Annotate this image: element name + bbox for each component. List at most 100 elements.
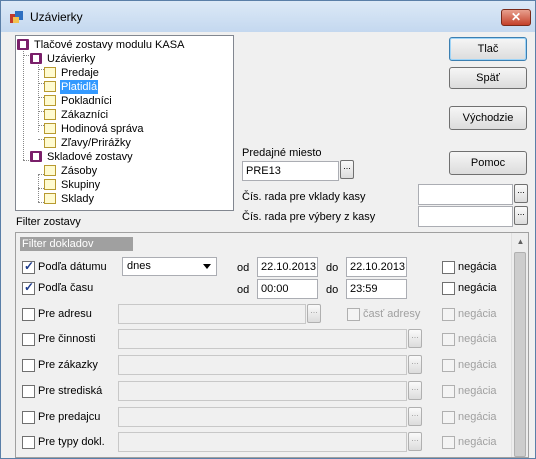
book-icon <box>17 39 29 50</box>
page-icon <box>44 67 56 78</box>
centers-negation-checkbox[interactable] <box>442 385 455 398</box>
orders-filter-label: Pre zákazky <box>38 359 98 371</box>
withdrawals-series-picker-button[interactable]: ... <box>514 206 528 225</box>
orders-picker-button[interactable]: ... <box>408 355 422 374</box>
doc-types-filter-label: Pre typy dokl. <box>38 436 105 448</box>
filter-panel: Filter dokladov Podľa dátumu dnes od 22.… <box>15 232 529 458</box>
doc-types-field[interactable] <box>118 432 407 452</box>
partial-address-checkbox[interactable] <box>347 308 360 321</box>
seller-negation-checkbox[interactable] <box>442 411 455 424</box>
address-field[interactable] <box>118 304 306 324</box>
page-icon <box>44 165 56 176</box>
uzavierky-window: Uzávierky ✕ Tlačové zostavy modulu KASA … <box>0 0 536 459</box>
deposits-series-picker-button[interactable]: ... <box>514 184 528 203</box>
orders-filter-checkbox[interactable] <box>22 359 35 372</box>
dots-icon: ... <box>411 433 419 443</box>
date-negation-checkbox[interactable] <box>442 261 455 274</box>
page-icon <box>44 95 56 106</box>
seller-filter-checkbox[interactable] <box>22 411 35 424</box>
date-period-select[interactable]: dnes <box>122 257 217 276</box>
sales-place-label: Predajné miesto <box>242 147 322 159</box>
address-negation-checkbox[interactable] <box>442 308 455 321</box>
date-negation-label: negácia <box>458 261 497 273</box>
defaults-button[interactable]: Východzie <box>449 106 527 130</box>
seller-picker-button[interactable]: ... <box>408 407 422 426</box>
doc-types-negation-checkbox[interactable] <box>442 436 455 449</box>
page-icon <box>44 81 56 92</box>
filter-header: Filter dokladov <box>20 237 133 251</box>
date-filter-checkbox[interactable] <box>22 259 35 274</box>
activities-filter-checkbox[interactable] <box>22 333 35 346</box>
dots-icon: ... <box>411 382 419 392</box>
centers-filter-checkbox[interactable] <box>22 385 35 398</box>
close-button[interactable]: ✕ <box>501 9 531 26</box>
scroll-up-icon[interactable]: ▲ <box>512 233 528 250</box>
app-icon <box>10 11 23 23</box>
close-icon: ✕ <box>510 10 522 24</box>
time-filter-label: Podľa času <box>38 282 94 294</box>
date-period-value: dnes <box>127 260 151 272</box>
filter-section-label: Filter zostavy <box>16 216 81 228</box>
filter-scrollbar[interactable]: ▲ <box>511 233 528 457</box>
address-picker-button[interactable]: ... <box>307 304 321 323</box>
dots-icon: ... <box>517 185 525 195</box>
centers-field[interactable] <box>118 381 407 401</box>
dots-icon: ... <box>343 161 351 171</box>
address-negation-label: negácia <box>458 308 497 320</box>
doc-types-negation-label: negácia <box>458 436 497 448</box>
orders-negation-checkbox[interactable] <box>442 359 455 372</box>
doc-types-filter-checkbox[interactable] <box>22 436 35 449</box>
deposits-series-field[interactable] <box>418 184 513 205</box>
activities-picker-button[interactable]: ... <box>408 329 422 348</box>
help-button[interactable]: Pomoc <box>449 151 527 175</box>
date-to-field[interactable]: 22.10.2013 <box>346 257 407 277</box>
scroll-thumb[interactable] <box>514 252 526 457</box>
report-tree[interactable]: Tlačové zostavy modulu KASA Uzávierky Pr… <box>15 35 234 211</box>
activities-negation-checkbox[interactable] <box>442 333 455 346</box>
date-from-label: od <box>237 262 250 274</box>
dots-icon: ... <box>310 305 318 315</box>
activities-field[interactable] <box>118 329 407 349</box>
centers-negation-label: negácia <box>458 385 497 397</box>
time-negation-label: negácia <box>458 282 497 294</box>
dots-icon: ... <box>517 207 525 217</box>
time-from-field[interactable]: 00:00 <box>257 279 318 299</box>
doc-types-picker-button[interactable]: ... <box>408 432 422 451</box>
book-icon <box>30 53 42 64</box>
time-negation-checkbox[interactable] <box>442 282 455 295</box>
page-icon <box>44 179 56 190</box>
withdrawals-series-label: Čís. rada pre výbery z kasy <box>242 211 376 223</box>
seller-field[interactable] <box>118 407 407 427</box>
time-to-label: do <box>326 284 339 296</box>
date-filter-label: Podľa dátumu <box>38 261 107 273</box>
orders-field[interactable] <box>118 355 407 375</box>
partial-address-label: časť adresy <box>363 308 421 320</box>
time-filter-checkbox[interactable] <box>22 280 35 295</box>
time-from-label: od <box>237 284 250 296</box>
page-icon <box>44 193 56 204</box>
activities-negation-label: negácia <box>458 333 497 345</box>
sales-place-picker-button[interactable]: ... <box>340 160 354 179</box>
dots-icon: ... <box>411 356 419 366</box>
centers-picker-button[interactable]: ... <box>408 381 422 400</box>
date-to-label: do <box>326 262 339 274</box>
page-icon <box>44 123 56 134</box>
withdrawals-series-field[interactable] <box>418 206 513 227</box>
activities-filter-label: Pre činnosti <box>38 333 96 345</box>
back-button[interactable]: Späť <box>449 67 527 89</box>
print-button[interactable]: Tlač <box>449 37 527 61</box>
book-icon <box>30 151 42 162</box>
address-filter-label: Pre adresu <box>38 308 92 320</box>
title-bar: Uzávierky ✕ <box>1 1 535 32</box>
orders-negation-label: negácia <box>458 359 497 371</box>
time-to-field[interactable]: 23:59 <box>346 279 407 299</box>
window-title: Uzávierky <box>30 10 83 24</box>
sales-place-field[interactable]: PRE13 <box>242 161 339 181</box>
chevron-down-icon <box>203 264 211 269</box>
page-icon <box>44 137 56 148</box>
date-from-field[interactable]: 22.10.2013 <box>257 257 318 277</box>
dots-icon: ... <box>411 408 419 418</box>
seller-negation-label: negácia <box>458 411 497 423</box>
address-filter-checkbox[interactable] <box>22 308 35 321</box>
dots-icon: ... <box>411 330 419 340</box>
